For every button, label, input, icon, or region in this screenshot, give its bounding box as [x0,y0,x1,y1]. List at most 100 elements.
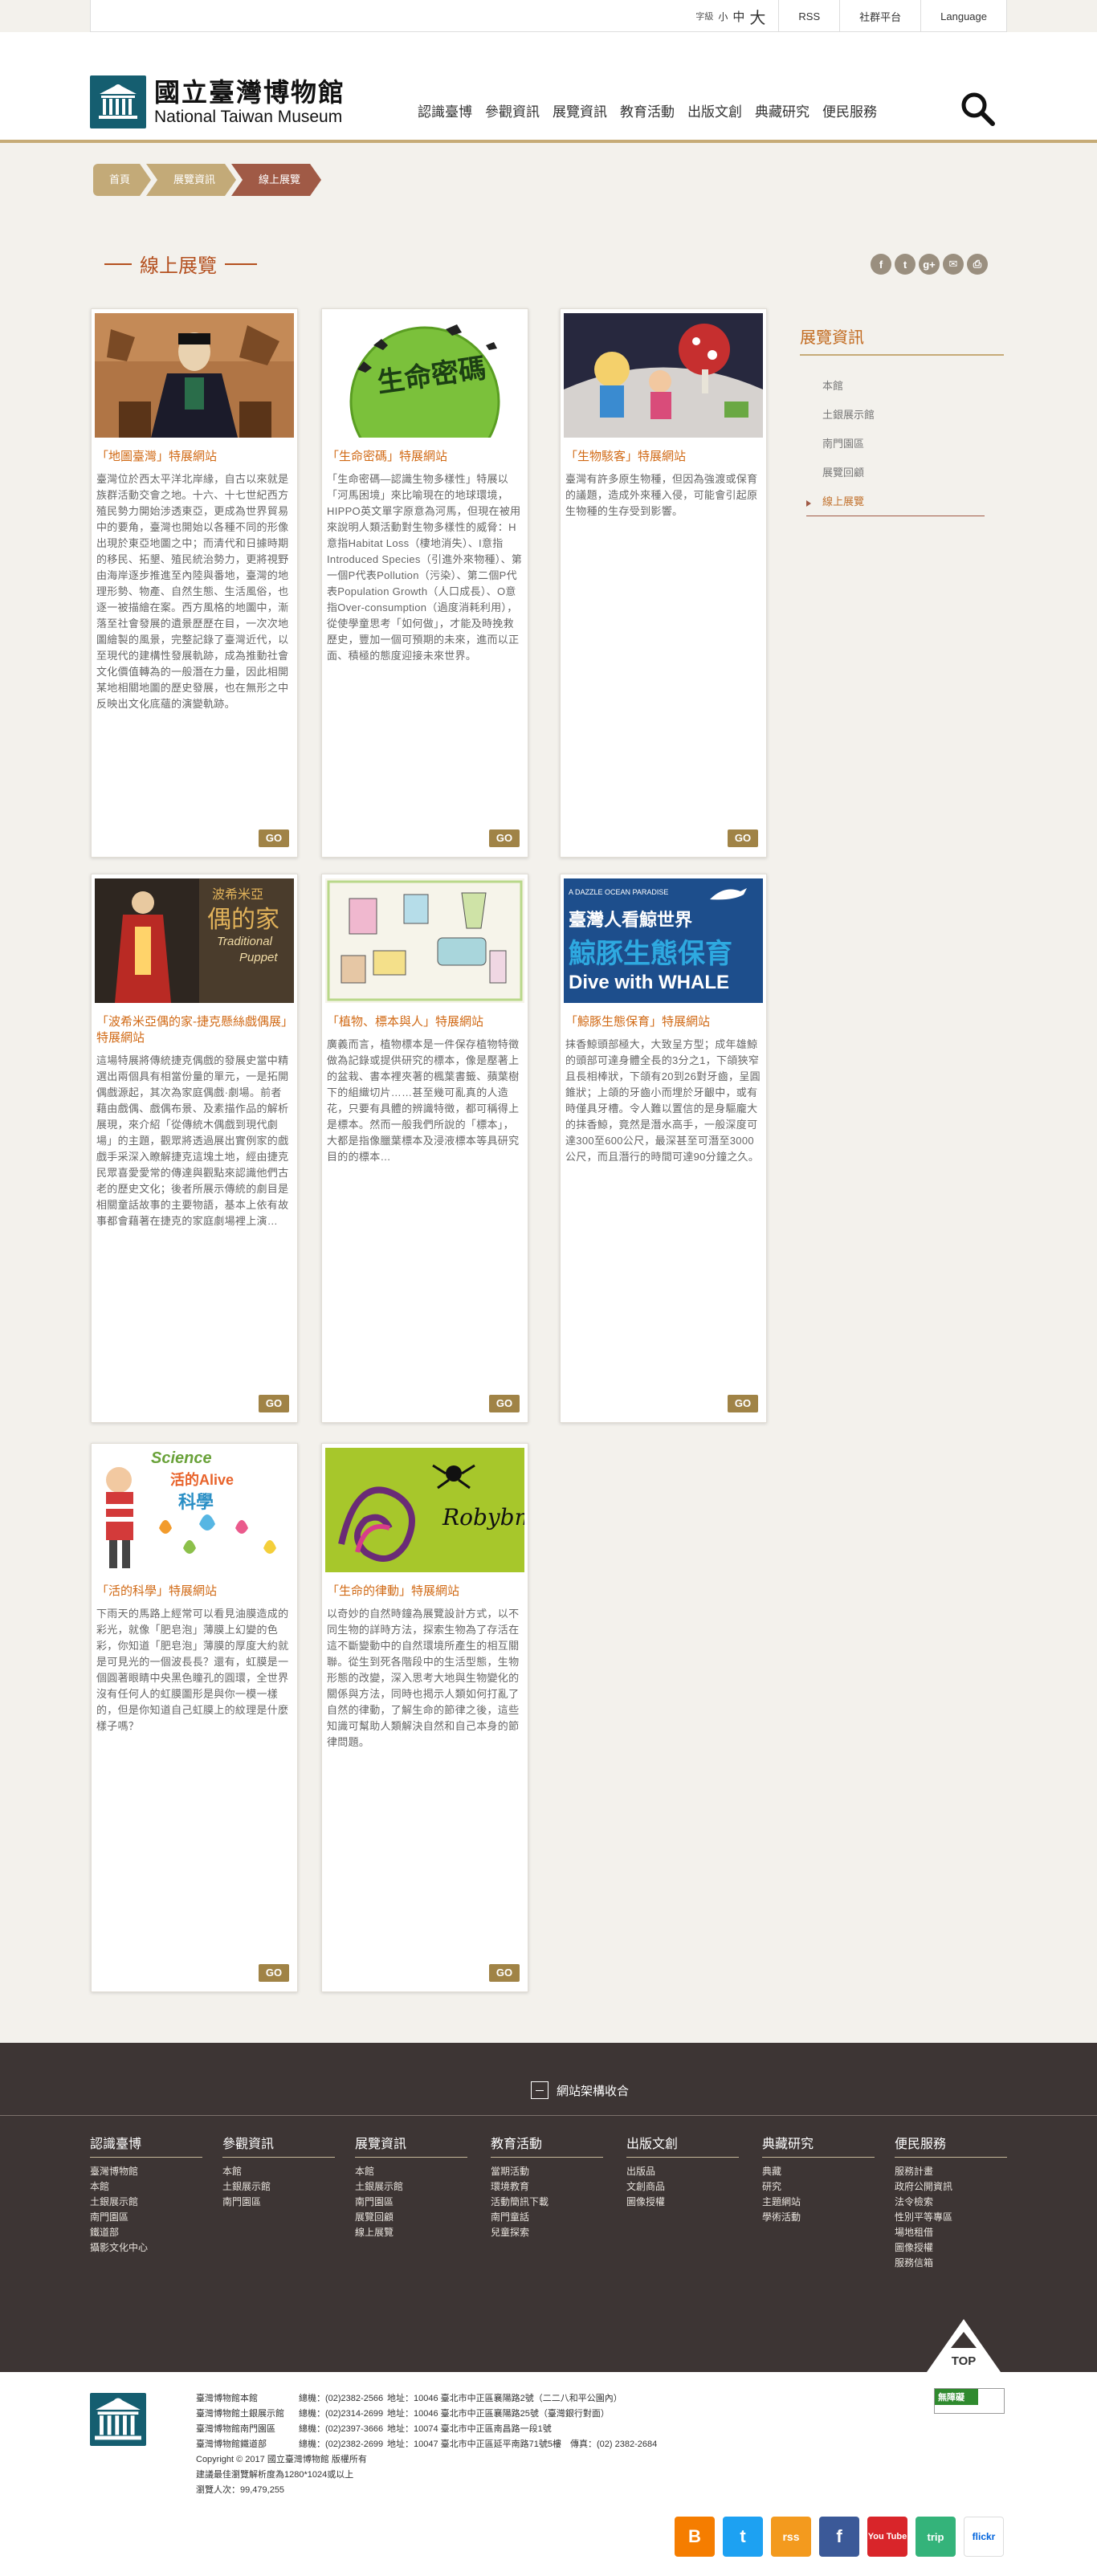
breadcrumb-exhibitions[interactable]: 展覽資訊 [146,164,236,196]
sitemap-link[interactable]: 服務信箱 [895,2256,1007,2271]
nav-item-visit[interactable]: 參觀資訊 [479,100,546,120]
nav-item-collections[interactable]: 典藏研究 [748,100,816,120]
blogger-icon[interactable]: B [675,2517,715,2557]
card-thumbnail-puppet[interactable]: 波希米亞 偶的家 Traditional Puppet [95,878,294,1003]
go-button[interactable]: GO [728,829,758,847]
facebook-share-icon[interactable]: f [871,254,891,275]
rss-link[interactable]: RSS [779,10,839,22]
sitemap-link[interactable]: 服務計畫 [895,2164,1007,2179]
back-to-top-button[interactable]: TOP [927,2319,1001,2372]
email-share-icon[interactable]: ✉ [943,254,964,275]
sitemap-link[interactable]: 土銀展示館 [355,2179,467,2195]
sitemap-link[interactable]: 土銀展示館 [222,2179,335,2195]
card-title[interactable]: 「生物駭客」特展網站 [561,438,766,468]
sitemap-link[interactable]: 本館 [90,2179,202,2195]
sitemap-link[interactable]: 研究 [762,2179,875,2195]
sitemap-heading[interactable]: 展覽資訊 [355,2133,467,2158]
sitemap-link[interactable]: 法令檢索 [895,2195,1007,2210]
card-title[interactable]: 「植物、標本與人」特展網站 [322,1003,528,1033]
sitemap-link[interactable]: 南門童話 [491,2210,603,2225]
tripadvisor-icon[interactable]: trip [916,2517,956,2557]
sidebar-item-main[interactable]: 本館 [822,372,1004,401]
font-size-small-button[interactable]: 小 [718,10,728,23]
nav-item-education[interactable]: 教育活動 [614,100,681,120]
sitemap-link[interactable]: 主題網站 [762,2195,875,2210]
font-size-large-button[interactable]: 大 [749,5,765,28]
sidebar-item-nanmen[interactable]: 南門園區 [822,430,1004,459]
sitemap-heading[interactable]: 教育活動 [491,2133,603,2158]
sitemap-link[interactable]: 南門園區 [355,2195,467,2210]
sitemap-link[interactable]: 文創商品 [626,2179,739,2195]
sitemap-heading[interactable]: 參觀資訊 [222,2133,335,2158]
print-icon[interactable]: ⎙ [967,254,988,275]
sitemap-link[interactable]: 當期活動 [491,2164,603,2179]
font-size-medium-button[interactable]: 中 [732,8,744,25]
sitemap-link[interactable]: 南門園區 [222,2195,335,2210]
nav-item-services[interactable]: 便民服務 [816,100,883,120]
sitemap-link[interactable]: 本館 [355,2164,467,2179]
card-title[interactable]: 「波希米亞偶的家-捷克懸絲戲偶展」特展網站 [92,1003,297,1050]
sitemap-toggle-button[interactable]: 網站架構收合 [531,2081,629,2099]
card-title[interactable]: 「生命密碼」特展網站 [322,438,528,468]
sitemap-link[interactable]: 政府公開資訊 [895,2179,1007,2195]
sitemap-link[interactable]: 典藏 [762,2164,875,2179]
sitemap-link[interactable]: 場地租借 [895,2225,1007,2240]
sitemap-heading[interactable]: 典藏研究 [762,2133,875,2158]
sitemap-link[interactable]: 南門園區 [90,2210,202,2225]
go-button[interactable]: GO [489,1395,520,1412]
card-thumbnail-bio-hacker[interactable] [564,313,763,438]
sitemap-link[interactable]: 攝影文化中心 [90,2240,202,2256]
sitemap-heading[interactable]: 認識臺博 [90,2133,202,2158]
card-thumbnail-rhythm-of-life[interactable]: Robybm [325,1448,524,1572]
facebook-icon[interactable]: f [819,2517,859,2557]
card-title[interactable]: 「活的科學」特展網站 [92,1572,297,1603]
go-button[interactable]: GO [259,829,289,847]
twitter-icon[interactable]: t [723,2517,763,2557]
sitemap-link[interactable]: 圖像授權 [626,2195,739,2210]
sitemap-link[interactable]: 性別平等專區 [895,2210,1007,2225]
breadcrumb-home[interactable]: 首頁 [93,164,151,196]
card-thumbnail-living-science[interactable]: Science 活的Alive 科學 [95,1448,294,1572]
card-title[interactable]: 「地圖臺灣」特展網站 [92,438,297,468]
sidebar-item-online[interactable]: 線上展覽 [806,487,1004,516]
card-title[interactable]: 「生命的律動」特展網站 [322,1572,528,1603]
go-button[interactable]: GO [489,829,520,847]
sidebar-item-land-bank[interactable]: 土銀展示館 [822,401,1004,430]
sitemap-link[interactable]: 線上展覽 [355,2225,467,2240]
card-thumbnail-map-taiwan[interactable] [95,313,294,438]
sitemap-link[interactable]: 鐵道部 [90,2225,202,2240]
twitter-share-icon[interactable]: t [895,254,916,275]
sitemap-link[interactable]: 本館 [222,2164,335,2179]
nav-item-publications[interactable]: 出版文創 [681,100,748,120]
go-button[interactable]: GO [259,1395,289,1412]
card-thumbnail-whale[interactable]: A DAZZLE OCEAN PARADISE 臺灣人看鯨世界 鯨豚生態保育 D… [564,878,763,1003]
sitemap-link[interactable]: 展覽回顧 [355,2210,467,2225]
go-button[interactable]: GO [489,1964,520,1982]
site-logo[interactable]: 國立臺灣博物館 National Taiwan Museum [90,75,345,128]
google-plus-share-icon[interactable]: g+ [919,254,940,275]
go-button[interactable]: GO [728,1395,758,1412]
sidebar-item-review[interactable]: 展覽回顧 [822,459,1004,487]
go-button[interactable]: GO [259,1964,289,1982]
sitemap-heading[interactable]: 出版文創 [626,2133,739,2158]
card-title[interactable]: 「鯨豚生態保育」特展網站 [561,1003,766,1033]
sitemap-link[interactable]: 臺灣博物館 [90,2164,202,2179]
sitemap-link[interactable]: 學術活動 [762,2210,875,2225]
language-link[interactable]: Language [921,10,1006,22]
card-thumbnail-life-code[interactable]: 生命密碼 [325,313,524,438]
breadcrumb-online[interactable]: 線上展覽 [231,164,321,196]
community-link[interactable]: 社群平台 [840,9,920,24]
rss-icon[interactable]: rss [771,2517,811,2557]
flickr-icon[interactable]: flickr [964,2517,1004,2557]
youtube-icon[interactable]: You Tube [867,2517,907,2557]
card-thumbnail-plant-specimen[interactable] [325,878,524,1003]
accessibility-badge[interactable]: 無障礙 [934,2388,1005,2414]
sitemap-link[interactable]: 出版品 [626,2164,739,2179]
sitemap-link[interactable]: 活動簡訊下載 [491,2195,603,2210]
sitemap-link[interactable]: 兒童探索 [491,2225,603,2240]
sitemap-heading[interactable]: 便民服務 [895,2133,1007,2158]
nav-item-exhibitions[interactable]: 展覽資訊 [546,100,614,120]
sitemap-link[interactable]: 環境教育 [491,2179,603,2195]
sitemap-link[interactable]: 土銀展示館 [90,2195,202,2210]
search-icon[interactable] [957,88,997,128]
